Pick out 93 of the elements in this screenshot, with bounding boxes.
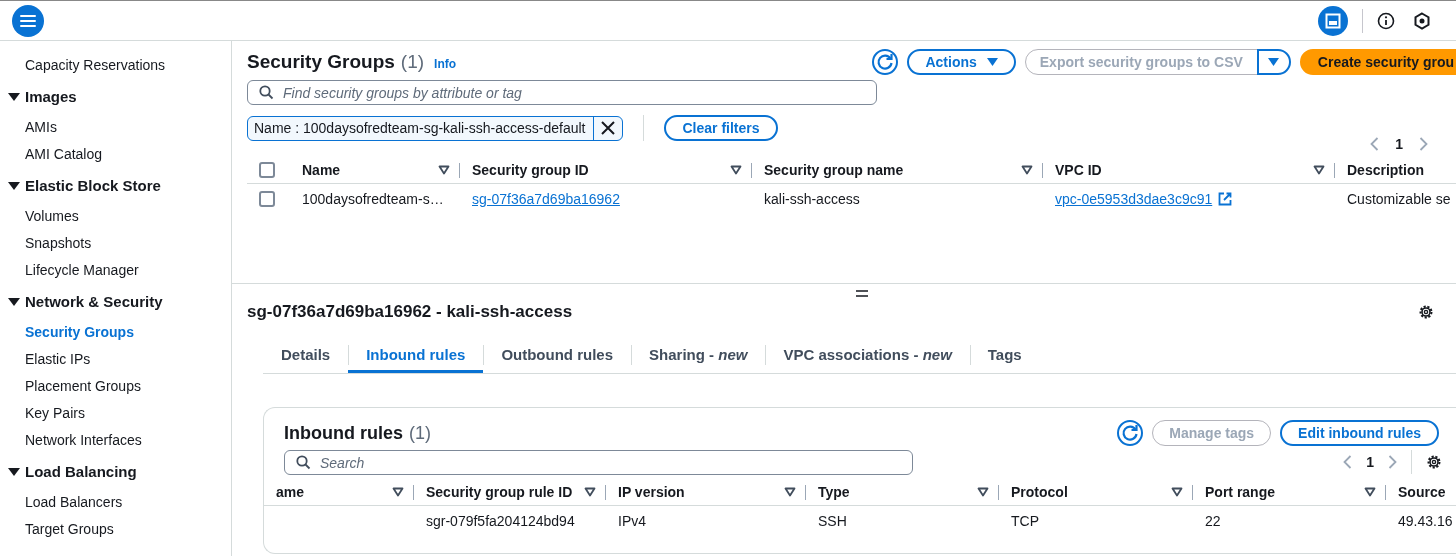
table-link[interactable]: sg-07f36a7d69ba16962 bbox=[472, 190, 620, 207]
page-number[interactable]: 1 bbox=[1366, 453, 1374, 470]
page-number[interactable]: 1 bbox=[1395, 136, 1403, 152]
settings-icon[interactable] bbox=[1426, 453, 1442, 470]
sidebar-heading[interactable]: Network & Security bbox=[25, 293, 163, 310]
tab[interactable]: Outbound rules bbox=[483, 339, 632, 373]
caret-icon bbox=[986, 58, 998, 66]
filter-token[interactable]: Name : 100daysofredteam-sg-kali-ssh-access-default bbox=[247, 115, 624, 141]
count-label: (1) bbox=[409, 422, 431, 444]
sidebar-item[interactable]: Lifecycle Manager bbox=[0, 257, 139, 284]
info-icon[interactable] bbox=[1377, 11, 1395, 30]
tab[interactable]: VPC associations - new bbox=[765, 339, 970, 373]
sidebar-item[interactable]: Target Groups bbox=[0, 516, 114, 543]
menu-button[interactable] bbox=[12, 4, 44, 37]
table-cell: sgr-079f5fa204124bd94 bbox=[426, 512, 575, 529]
column-header[interactable]: Type bbox=[818, 484, 989, 500]
tab[interactable]: Sharing - new bbox=[631, 339, 766, 373]
clear-filters-button[interactable]: Clear filters bbox=[664, 115, 778, 141]
table-cell: Customizable se bbox=[1347, 190, 1451, 207]
sidebar-item[interactable]: Snapshots bbox=[0, 230, 92, 257]
sidebar-item[interactable]: Elastic IPs bbox=[0, 346, 91, 373]
sort-icon[interactable] bbox=[1364, 487, 1376, 497]
column-header[interactable]: Name bbox=[302, 162, 450, 178]
info-link[interactable]: Info bbox=[434, 57, 457, 71]
table-cell: kali-ssh-access bbox=[764, 190, 860, 207]
sidebar-item[interactable]: Placement Groups bbox=[0, 373, 141, 400]
hexagon-icon[interactable] bbox=[1413, 11, 1431, 30]
refresh-icon bbox=[1120, 423, 1141, 443]
action-button[interactable]: Edit inbound rules bbox=[1280, 420, 1439, 446]
refresh-icon bbox=[875, 52, 896, 72]
table-cell: SSH bbox=[818, 512, 847, 529]
detail-title: sg-07f36a7d69ba16962 - kali-ssh-access bbox=[247, 302, 573, 322]
column-header[interactable]: Protocol bbox=[1011, 484, 1183, 500]
column-header[interactable]: Security group name bbox=[764, 162, 1033, 178]
sidebar-heading[interactable]: Elastic Block Store bbox=[25, 177, 161, 194]
table-cell: 22 bbox=[1205, 512, 1221, 529]
sort-icon[interactable] bbox=[438, 165, 450, 175]
refresh-button[interactable] bbox=[1117, 420, 1144, 446]
column-header[interactable]: VPC ID bbox=[1055, 162, 1325, 178]
dropdown-button[interactable] bbox=[1256, 49, 1291, 75]
settings-icon[interactable] bbox=[1418, 304, 1434, 320]
tab[interactable]: Tags bbox=[969, 339, 1040, 373]
checkbox[interactable] bbox=[259, 190, 275, 207]
column-header[interactable]: Security group rule ID bbox=[426, 484, 596, 500]
column-header[interactable]: IP version bbox=[618, 484, 796, 500]
sort-icon[interactable] bbox=[392, 487, 404, 497]
search-field[interactable]: Find security groups by attribute or tag bbox=[247, 80, 877, 105]
refresh-button[interactable] bbox=[872, 49, 899, 75]
sort-icon[interactable] bbox=[584, 487, 596, 497]
count-label: (1) bbox=[400, 51, 425, 73]
drag-handle-icon[interactable] bbox=[855, 289, 868, 297]
search-icon bbox=[296, 455, 311, 470]
sidebar-item[interactable]: Network Interfaces bbox=[0, 427, 142, 454]
column-header[interactable]: ame bbox=[276, 484, 404, 500]
table-cell: TCP bbox=[1011, 512, 1039, 529]
table-cell: 49.43.16 bbox=[1398, 512, 1453, 529]
column-header[interactable]: Source bbox=[1398, 484, 1455, 500]
panel-title: Inbound rules bbox=[284, 422, 403, 444]
sort-icon[interactable] bbox=[730, 165, 742, 175]
column-header[interactable]: Security group ID bbox=[472, 162, 742, 178]
sidebar-heading[interactable]: Images bbox=[25, 88, 77, 105]
page-title: Security Groups bbox=[247, 51, 395, 73]
column-header[interactable]: Port range bbox=[1205, 484, 1376, 500]
sort-icon[interactable] bbox=[977, 487, 989, 497]
create-button[interactable]: Create security grou bbox=[1299, 49, 1456, 75]
sidebar-item[interactable]: Volumes bbox=[0, 203, 79, 230]
column-header[interactable]: Description bbox=[1347, 162, 1453, 178]
window-icon bbox=[1325, 12, 1341, 29]
tab[interactable]: Inbound rules bbox=[348, 339, 484, 373]
panel-toggle-button[interactable] bbox=[1318, 5, 1348, 36]
sidebar-heading[interactable]: Load Balancing bbox=[25, 463, 137, 480]
sidebar-item[interactable]: Capacity Reservations bbox=[0, 52, 166, 79]
sidebar-item[interactable]: AMIs bbox=[0, 114, 57, 141]
close-icon[interactable] bbox=[601, 121, 616, 135]
sort-icon[interactable] bbox=[784, 487, 796, 497]
tab[interactable]: Details bbox=[263, 339, 349, 373]
sidebar-item[interactable]: Security Groups bbox=[0, 319, 134, 346]
table-cell: IPv4 bbox=[618, 512, 646, 529]
caret-icon bbox=[1268, 58, 1280, 66]
actions-dropdown[interactable]: Actions bbox=[907, 49, 1016, 75]
external-link-icon[interactable] bbox=[1218, 191, 1233, 206]
checkbox[interactable] bbox=[259, 162, 275, 178]
menu-icon bbox=[20, 13, 36, 28]
sort-icon[interactable] bbox=[1313, 165, 1325, 175]
table-link[interactable]: vpc-0e5953d3dae3c9c91 bbox=[1055, 190, 1213, 207]
table-cell: 100daysofredteam-s… bbox=[302, 190, 444, 207]
search-icon bbox=[259, 85, 274, 100]
sort-icon[interactable] bbox=[1021, 165, 1033, 175]
sidebar-item[interactable]: Load Balancers bbox=[0, 489, 123, 516]
sort-icon[interactable] bbox=[1171, 487, 1183, 497]
search-field[interactable]: Search bbox=[284, 450, 913, 475]
sidebar-item[interactable]: Key Pairs bbox=[0, 400, 85, 427]
sidebar-item[interactable]: AMI Catalog bbox=[0, 141, 103, 168]
